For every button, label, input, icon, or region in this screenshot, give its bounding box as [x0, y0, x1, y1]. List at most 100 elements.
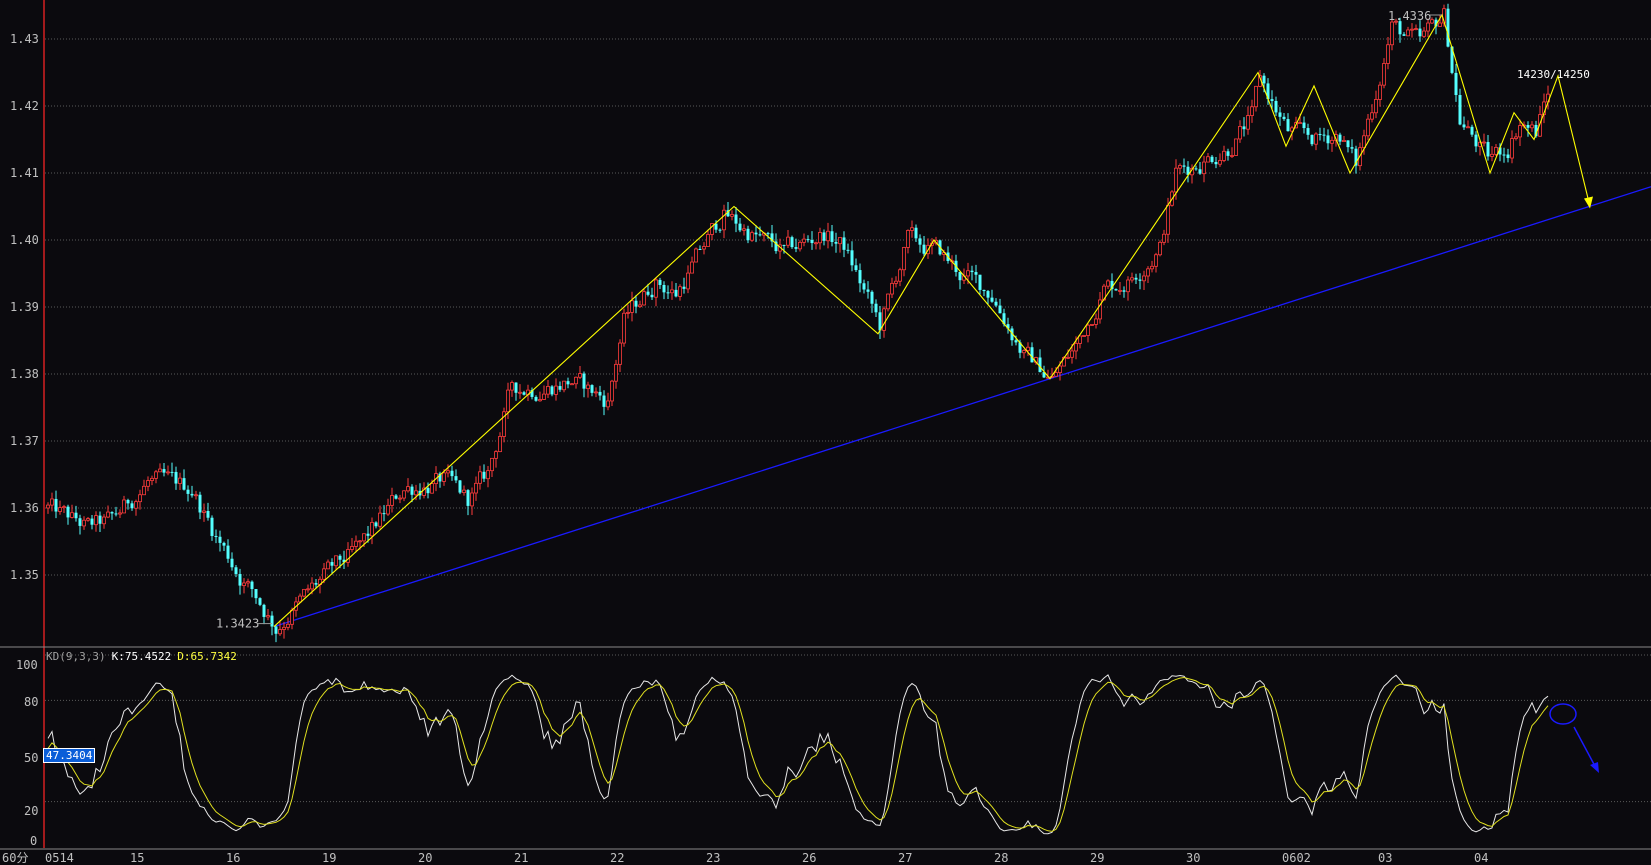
kd-tick-label: 0 [30, 834, 37, 848]
candle-body [174, 471, 178, 484]
candle-body [1378, 84, 1382, 100]
candle-body [1154, 254, 1158, 267]
candle-body [1326, 135, 1330, 144]
candle-body [1166, 204, 1170, 235]
kd-tick-label: 100 [16, 658, 38, 672]
candle-body [498, 436, 502, 453]
candle-body [302, 588, 306, 597]
candle-body [1502, 154, 1506, 156]
candle-body [1402, 34, 1406, 36]
candle-body [86, 518, 90, 521]
candle-body [674, 289, 678, 297]
candle-body [406, 486, 410, 492]
candle-body [834, 241, 838, 244]
candle-body [1126, 279, 1130, 293]
candle-body [590, 385, 594, 393]
candle-body [462, 489, 466, 493]
candle-body [506, 389, 510, 413]
candle-body [1026, 346, 1030, 351]
candle-body [798, 241, 802, 250]
candle-body [698, 248, 702, 250]
candle-body [814, 242, 818, 245]
chart-frame [0, 0, 1651, 850]
time-tick-label: 19 [322, 851, 336, 865]
candle-body [858, 270, 862, 284]
candle-body [1278, 112, 1282, 117]
candle-body [1094, 318, 1098, 325]
candle-body [338, 555, 342, 560]
candle-body [894, 280, 898, 284]
candle-body [1198, 169, 1202, 174]
candle-body [222, 542, 226, 546]
candle-body [474, 482, 478, 494]
zigzag-polyline [273, 13, 1591, 627]
candle-body [106, 511, 110, 518]
candle-body [518, 391, 522, 394]
trendline [273, 186, 1651, 628]
candle-body [134, 501, 138, 509]
candle-body [1014, 340, 1018, 343]
candle-body [582, 373, 586, 389]
candle-body [150, 477, 154, 481]
price-axis: 1.35 1.36 1.37 1.38 1.39 1.40 1.41 1.42 1.43 [10, 32, 39, 582]
candle-body [142, 485, 146, 496]
candle-body [694, 248, 698, 263]
kd-name: KD(9,3,3) [46, 650, 106, 663]
candle-body [786, 236, 790, 246]
candle-body [662, 284, 666, 293]
candle-body [46, 504, 50, 509]
candle-body [686, 272, 690, 290]
price-tick-label: 1.41 [10, 166, 39, 180]
candle-body [238, 574, 242, 586]
candle-body [1086, 324, 1090, 336]
candle-body [866, 289, 870, 292]
candle-body [366, 533, 370, 536]
candle-body [1158, 241, 1162, 256]
candle-body [310, 582, 314, 590]
candle-body [554, 385, 558, 395]
candle-body [358, 540, 362, 543]
price-tick-label: 1.36 [10, 501, 39, 515]
candle-body [1390, 21, 1394, 46]
candle-body [806, 239, 810, 241]
candle-body [126, 499, 130, 504]
time-tick-label: 16 [226, 851, 240, 865]
candle-body [974, 272, 978, 275]
target-label: 14230/14250 [1517, 68, 1590, 81]
candle-body [546, 386, 550, 395]
candle-body [138, 494, 142, 503]
candle-body [1510, 138, 1514, 159]
candle-body [1146, 268, 1150, 277]
candle-body [1234, 138, 1238, 156]
candle-body [1142, 275, 1146, 282]
candle-body [1286, 119, 1290, 132]
candle-body [1330, 139, 1334, 144]
candle-body [178, 477, 182, 484]
candle-body [370, 522, 374, 537]
candle-body [1178, 165, 1182, 169]
candle-body [626, 311, 630, 314]
candle-body [1082, 335, 1086, 337]
candle-body [194, 494, 198, 497]
candle-body [746, 228, 750, 241]
candle-body [886, 293, 890, 310]
price-tick-label: 1.35 [10, 568, 39, 582]
candle-body [998, 305, 1002, 314]
candle-body [902, 246, 906, 271]
period-label: 60分 [2, 851, 28, 865]
candle-body [898, 269, 902, 282]
time-tick-label: 20 [418, 851, 432, 865]
candle-body [274, 626, 278, 634]
candle-body [602, 395, 606, 407]
candle-body [1302, 122, 1306, 129]
candle-body [606, 400, 610, 408]
candle-body [90, 518, 94, 525]
candle-body [1338, 134, 1342, 142]
candle-body [1078, 335, 1082, 344]
candle-body [362, 533, 366, 542]
candle-body [646, 291, 650, 295]
candle-body [574, 376, 578, 385]
candle-body [906, 230, 910, 248]
candle-body [538, 399, 542, 402]
candle-body [570, 383, 574, 386]
